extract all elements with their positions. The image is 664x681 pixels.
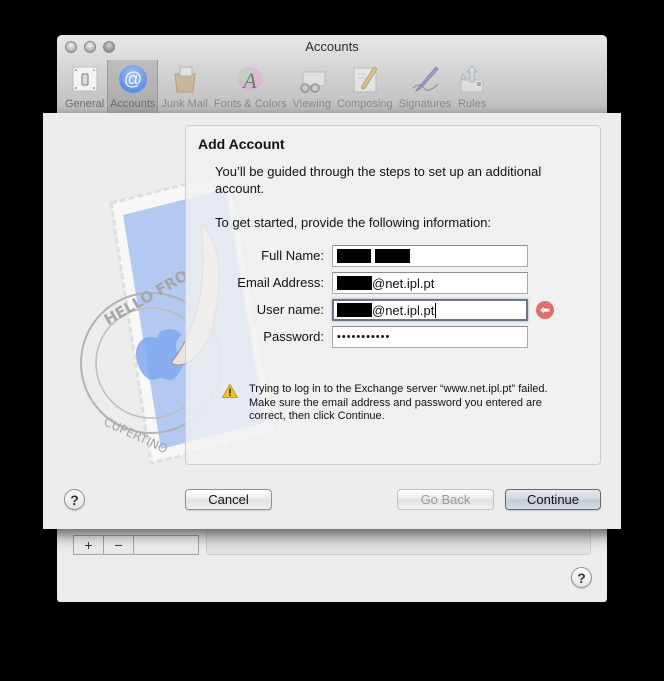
username-domain: @net.ipl.pt: [372, 302, 435, 318]
pen-signature-icon: [410, 64, 440, 94]
warning-message: Trying to log in to the Exchange server …: [249, 383, 548, 422]
account-list-controls: + −: [73, 535, 199, 555]
email-label: Email Address:: [237, 275, 324, 290]
password-label: Password:: [263, 329, 324, 344]
tab-accounts[interactable]: @ Accounts: [107, 60, 159, 114]
intro-text: You’ll be guided through the steps to se…: [215, 164, 542, 196]
full-name-row: Full Name:: [186, 245, 602, 267]
tab-general[interactable]: General: [62, 60, 107, 114]
password-mask: •••••••••••: [337, 331, 391, 343]
tab-signatures[interactable]: Signatures: [396, 60, 455, 114]
text-cursor: [435, 302, 437, 318]
tab-rules[interactable]: Rules: [454, 60, 490, 114]
font-color-icon: A: [235, 64, 265, 94]
full-name-label: Full Name:: [261, 248, 324, 263]
continue-button[interactable]: Continue: [505, 489, 601, 510]
setup-content-box: Add Account You’ll be guided through the…: [185, 125, 601, 465]
username-row: User name: @net.ipl.pt ⬅: [186, 299, 602, 321]
redacted-text: [337, 249, 371, 263]
account-detail-panel: [206, 529, 591, 555]
email-field[interactable]: @net.ipl.pt: [332, 272, 528, 294]
pencil-paper-icon: [350, 64, 380, 94]
remove-account-button[interactable]: −: [104, 536, 134, 554]
at-sign-icon: @: [118, 64, 148, 94]
window-title: Accounts: [305, 39, 359, 54]
error-badge-icon: ⬅: [536, 301, 554, 319]
tab-label: Fonts & Colors: [213, 98, 287, 110]
tab-label: General: [65, 98, 105, 110]
svg-text:@: @: [124, 69, 142, 89]
username-field[interactable]: @net.ipl.pt: [332, 299, 528, 321]
tab-label: Rules: [458, 98, 487, 110]
tab-fonts-colors[interactable]: A Fonts & Colors: [211, 60, 290, 114]
add-account-sheet: HELLO FRO CUPERTINO Add Account You’ll b…: [43, 113, 621, 529]
tab-label: Accounts: [110, 98, 156, 110]
redacted-text: [337, 276, 372, 290]
switch-icon: [70, 64, 100, 94]
username-label: User name:: [256, 302, 324, 317]
sheet-help-button[interactable]: ?: [64, 489, 85, 510]
glasses-envelope-icon: [297, 64, 327, 94]
prompt-text: To get started, provide the following in…: [215, 215, 492, 230]
arrows-rules-icon: [457, 64, 487, 94]
tab-viewing[interactable]: Viewing: [290, 60, 334, 114]
password-field[interactable]: •••••••••••: [332, 326, 528, 348]
email-row: Email Address: @net.ipl.pt: [186, 272, 602, 294]
svg-text:A: A: [242, 68, 258, 93]
warning-icon: [222, 384, 238, 398]
tab-label: Composing: [336, 98, 393, 110]
email-domain: @net.ipl.pt: [372, 275, 435, 291]
full-name-field[interactable]: [332, 245, 528, 267]
help-button[interactable]: ?: [571, 567, 592, 588]
tab-composing[interactable]: Composing: [334, 60, 396, 114]
add-account-button[interactable]: +: [74, 536, 104, 554]
junk-bag-icon: [170, 64, 200, 94]
sheet-heading: Add Account: [198, 136, 285, 152]
redacted-text: [337, 303, 372, 317]
go-back-button[interactable]: Go Back: [397, 489, 494, 510]
password-row: Password: •••••••••••: [186, 326, 602, 348]
tab-label: Signatures: [398, 98, 452, 110]
cancel-button[interactable]: Cancel: [185, 489, 272, 510]
title-bar: Accounts General @ Accounts Junk Mail A …: [57, 35, 607, 115]
tab-label: Junk Mail: [161, 98, 208, 110]
redacted-text: [375, 249, 410, 263]
tab-junk-mail[interactable]: Junk Mail: [158, 60, 210, 114]
tab-label: Viewing: [292, 98, 331, 110]
preferences-toolbar: General @ Accounts Junk Mail A Fonts & C…: [62, 60, 490, 114]
